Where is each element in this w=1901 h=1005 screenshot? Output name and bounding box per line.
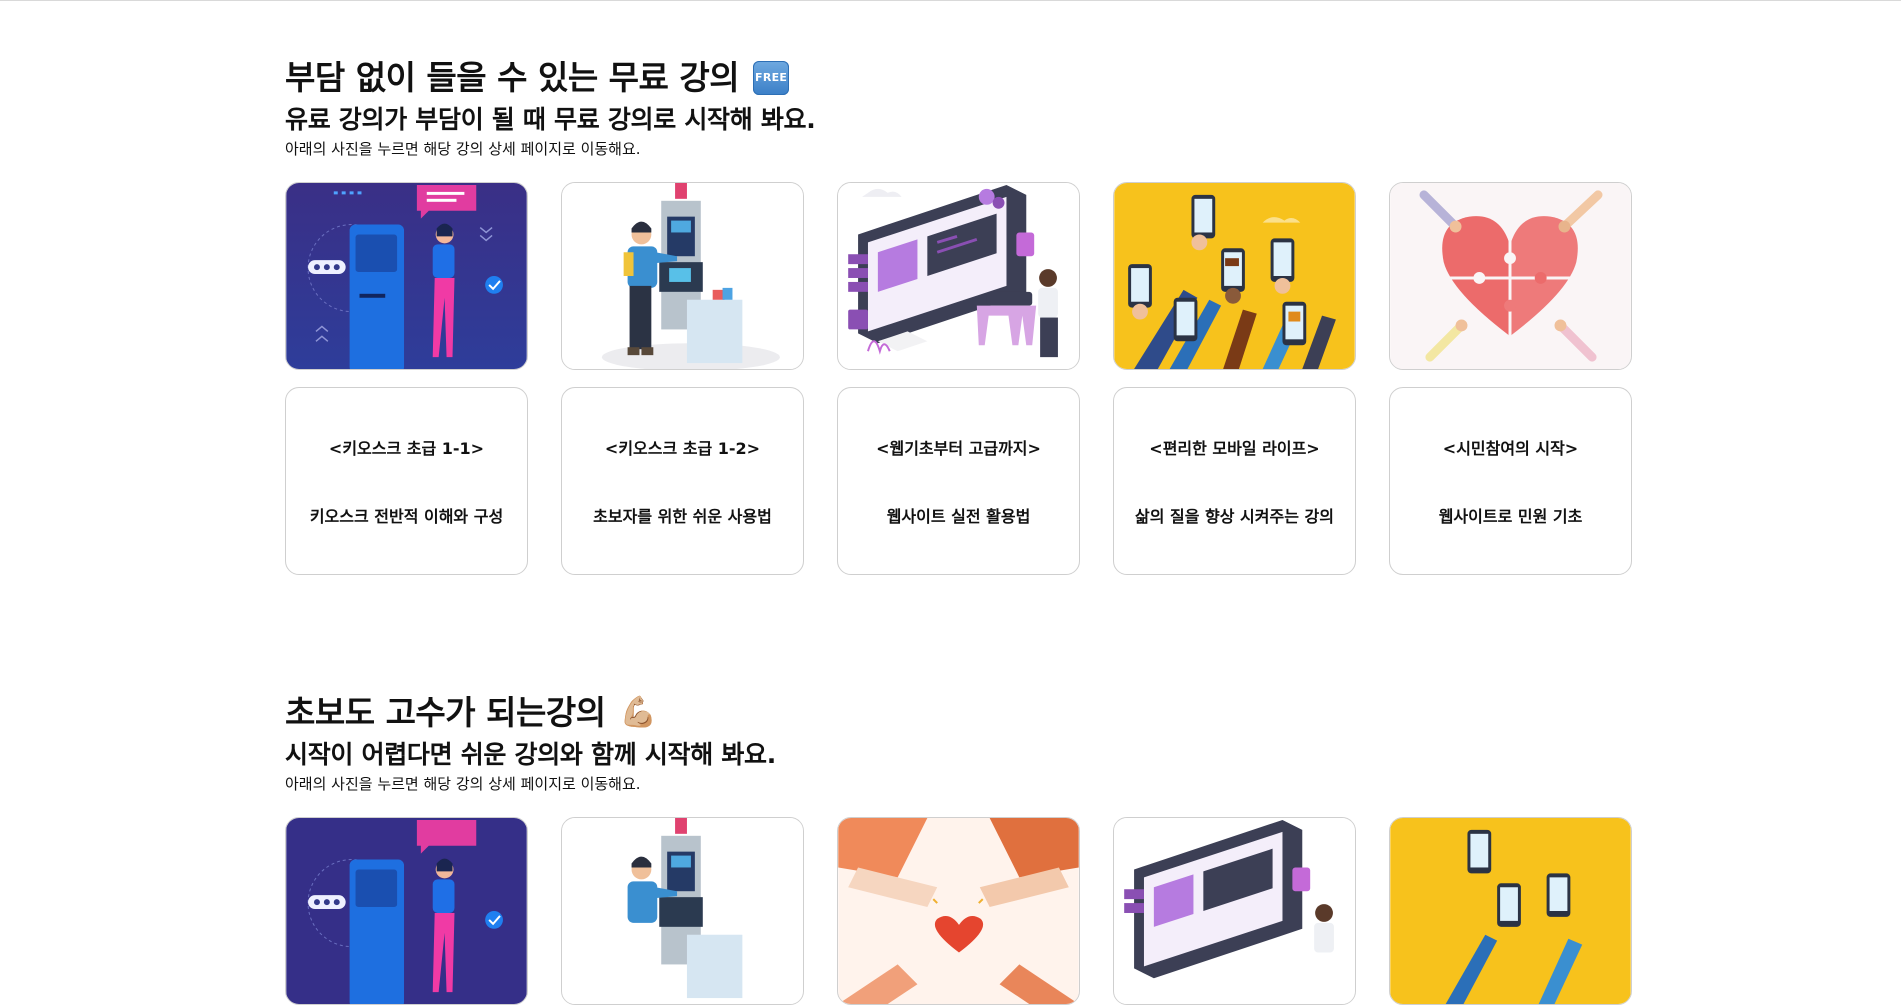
hands-heart-illustration[interactable]	[837, 817, 1080, 1005]
mobile-hands-illustration[interactable]	[1389, 817, 1632, 1005]
kiosk-woman-illustration[interactable]	[285, 817, 528, 1005]
section-subtitle: 유료 강의가 부담이 될 때 무료 강의로 시작해 봐요.	[285, 105, 816, 134]
course-title: <웹기초부터 고급까지>	[876, 439, 1041, 458]
kiosk-man-illustration[interactable]	[561, 182, 804, 370]
course-card[interactable]: <키오스크 초급 1-2> 초보자를 위한 쉬운 사용법	[561, 387, 804, 575]
course-title: <키오스크 초급 1-2>	[604, 439, 761, 458]
course-card[interactable]: <키오스크 초급 1-1> 키오스크 전반적 이해와 구성	[285, 387, 528, 575]
course-card[interactable]: <시민참여의 시작> 웹사이트로 민원 기초	[1389, 387, 1632, 575]
course-title: <키오스크 초급 1-1>	[328, 439, 485, 458]
course-description: 삶의 질을 향상 시켜주는 강의	[1135, 507, 1334, 526]
course-description: 웹사이트로 민원 기초	[1438, 507, 1583, 526]
section-subtitle: 시작이 어렵다면 쉬운 강의와 함께 시작해 봐요.	[285, 740, 776, 769]
course-image-row	[285, 817, 1635, 1005]
course-card[interactable]: <편리한 모바일 라이프> 삶의 질을 향상 시켜주는 강의	[1113, 387, 1356, 575]
course-text-row: <키오스크 초급 1-1> 키오스크 전반적 이해와 구성 <키오스크 초급 1…	[285, 387, 1635, 575]
section-title-text: 초보도 고수가 되는강의	[285, 693, 606, 732]
section-note: 아래의 사진을 누르면 해당 강의 상세 페이지로 이동해요.	[285, 775, 641, 793]
course-description: 키오스크 전반적 이해와 구성	[309, 507, 504, 526]
kiosk-woman-illustration[interactable]	[285, 182, 528, 370]
section-title: 초보도 고수가 되는강의 💪🏼	[285, 691, 1635, 735]
free-courses-section: 부담 없이 들을 수 있는 무료 강의 FREE 유료 강의가 부담이 될 때 …	[285, 56, 1635, 575]
course-title: <편리한 모바일 라이프>	[1149, 439, 1320, 458]
kiosk-man-illustration[interactable]	[561, 817, 804, 1005]
web-developer-illustration[interactable]	[837, 182, 1080, 370]
course-image-row	[285, 182, 1635, 370]
course-title: <시민참여의 시작>	[1442, 439, 1579, 458]
flexed-biceps-icon: 💪🏼	[619, 695, 657, 730]
web-developer-illustration[interactable]	[1113, 817, 1356, 1005]
course-card[interactable]: <웹기초부터 고급까지> 웹사이트 실전 활용법	[837, 387, 1080, 575]
course-description: 웹사이트 실전 활용법	[886, 507, 1031, 526]
free-badge-icon: FREE	[753, 61, 790, 95]
puzzle-heart-illustration[interactable]	[1389, 182, 1632, 370]
top-divider	[0, 0, 1901, 1]
mobile-hands-illustration[interactable]	[1113, 182, 1356, 370]
beginner-courses-section: 초보도 고수가 되는강의 💪🏼 시작이 어렵다면 쉬운 강의와 함께 시작해 봐…	[285, 691, 1635, 1005]
course-description: 초보자를 위한 쉬운 사용법	[593, 507, 772, 526]
section-title: 부담 없이 들을 수 있는 무료 강의 FREE	[285, 56, 1635, 100]
section-note: 아래의 사진을 누르면 해당 강의 상세 페이지로 이동해요.	[285, 140, 641, 158]
section-title-text: 부담 없이 들을 수 있는 무료 강의	[285, 58, 740, 97]
